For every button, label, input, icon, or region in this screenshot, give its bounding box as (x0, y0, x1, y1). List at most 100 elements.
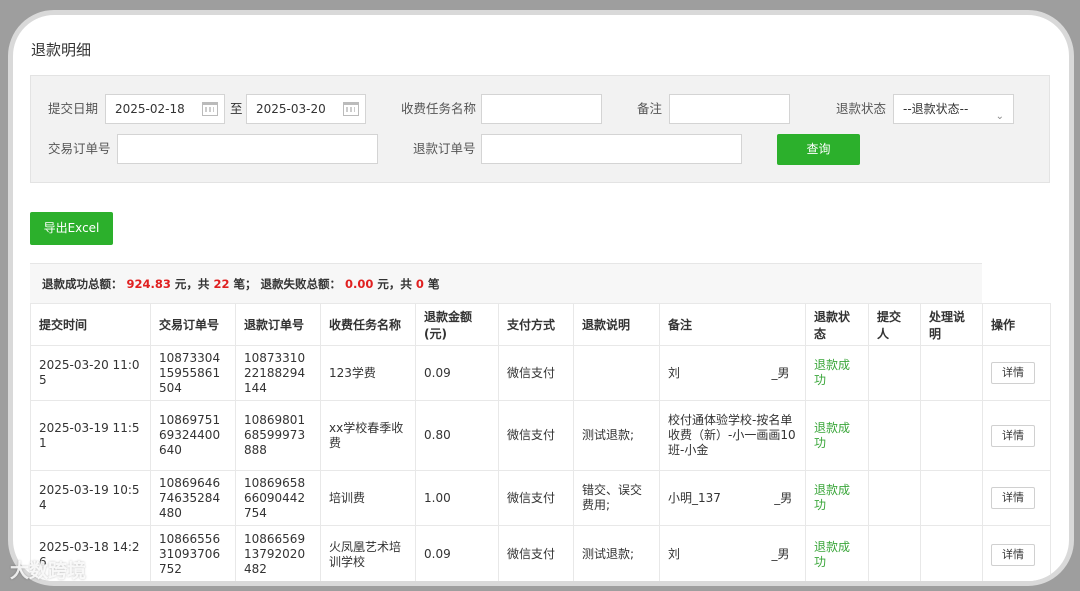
fail-total-label: 退款失败总额： (260, 277, 341, 291)
refund-status-value: --退款状态-- (903, 102, 969, 116)
refund-table: 提交时间 交易订单号 退款订单号 收费任务名称 退款金额(元) 支付方式 退款说… (30, 303, 1051, 581)
cell-trade-no: 1086975169324400640 (150, 400, 236, 471)
submit-date-label: 提交日期 (48, 101, 99, 116)
cell-status: 退款成功 (805, 470, 869, 526)
cell-refund-no: 1086656913792020482 (235, 525, 321, 581)
cell-pay: 微信支付 (498, 400, 574, 471)
cell-action: 详情 (982, 525, 1051, 581)
trade-order-input[interactable] (117, 134, 378, 164)
cell-status: 退款成功 (805, 400, 869, 471)
cell-time: 2025-03-19 10:54 (30, 470, 151, 526)
success-count: 22 (213, 277, 230, 291)
fail-count: 0 (415, 277, 424, 291)
col-refund-order: 退款订单号 (235, 303, 321, 346)
date-to-value: 2025-03-20 (256, 102, 326, 116)
cell-amount: 0.09 (415, 525, 499, 581)
cell-time: 2025-03-19 11:51 (30, 400, 151, 471)
export-excel-button[interactable]: 导出Excel (30, 212, 113, 245)
col-refund-amount: 退款金额(元) (415, 303, 499, 346)
col-submit-time: 提交时间 (30, 303, 151, 346)
cell-submitter (868, 470, 921, 526)
cell-status: 退款成功 (805, 525, 869, 581)
cell-task: 火凤凰艺术培训学校 (320, 525, 416, 581)
remark-input[interactable] (669, 94, 790, 124)
refund-status-label: 退款状态 (836, 101, 887, 116)
page-title: 退款明细 (31, 41, 92, 59)
cell-pay: 微信支付 (498, 345, 574, 401)
cell-refund-no: 1087331022188294144 (235, 345, 321, 401)
fail-count-unit: 笔 (427, 277, 440, 291)
col-remark: 备注 (659, 303, 806, 346)
cell-amount: 0.09 (415, 345, 499, 401)
success-count-unit: 笔； (233, 277, 257, 291)
refund-status-select[interactable]: --退款状态-- ⌄ (893, 94, 1014, 124)
col-action: 操作 (982, 303, 1051, 346)
query-button[interactable]: 查询 (777, 134, 860, 165)
cell-remark: 刘 _男 (659, 345, 806, 401)
cell-action: 详情 (982, 470, 1051, 526)
detail-button[interactable]: 详情 (991, 424, 1035, 447)
calendar-icon[interactable] (202, 102, 218, 116)
table-row: 2025-03-19 10:54 1086964674635284480 108… (30, 470, 1051, 526)
fail-unit: 元，共 (377, 277, 412, 291)
cell-pay: 微信支付 (498, 525, 574, 581)
cell-trade-no: 1086655631093706752 (150, 525, 236, 581)
refund-order-label: 退款订单号 (413, 141, 476, 156)
date-from-input[interactable]: 2025-02-18 (105, 94, 225, 124)
table-row: 2025-03-20 11:05 1087330415955861504 108… (30, 345, 1051, 401)
cell-status: 退款成功 (805, 345, 869, 401)
date-to-input[interactable]: 2025-03-20 (246, 94, 366, 124)
cell-desc: 错交、误交费用; (573, 470, 660, 526)
filter-panel: 提交日期 2025-02-18 至 2025-03-20 收费任务名称 备注 退… (30, 75, 1050, 183)
trade-order-label: 交易订单号 (48, 141, 111, 156)
chevron-down-icon: ⌄ (995, 111, 1004, 122)
cell-desc (573, 345, 660, 401)
cell-amount: 0.80 (415, 400, 499, 471)
col-handle-desc: 处理说明 (920, 303, 983, 346)
task-name-label: 收费任务名称 (401, 101, 477, 116)
cell-desc: 测试退款; (573, 400, 660, 471)
cell-time: 2025-03-20 11:05 (30, 345, 151, 401)
cell-handle (920, 345, 983, 401)
cell-action: 详情 (982, 400, 1051, 471)
cell-trade-no: 1086964674635284480 (150, 470, 236, 526)
cell-handle (920, 400, 983, 471)
cell-submitter (868, 345, 921, 401)
table-header-row: 提交时间 交易订单号 退款订单号 收费任务名称 退款金额(元) 支付方式 退款说… (30, 303, 1051, 346)
cell-desc: 测试退款; (573, 525, 660, 581)
detail-button[interactable]: 详情 (991, 362, 1035, 384)
table-row: 2025-03-18 14:26 1086655631093706752 108… (30, 525, 1051, 581)
cell-refund-no: 1086965866090442754 (235, 470, 321, 526)
task-name-input[interactable] (481, 94, 602, 124)
cell-action: 详情 (982, 345, 1051, 401)
cell-remark: 刘 _男 (659, 525, 806, 581)
refund-summary: 退款成功总额： 924.83 元，共 22 笔； 退款失败总额： 0.00 元，… (30, 263, 982, 303)
cell-amount: 1.00 (415, 470, 499, 526)
cell-handle (920, 525, 983, 581)
cell-pay: 微信支付 (498, 470, 574, 526)
cell-remark: 小明_137 _男 (659, 470, 806, 526)
success-unit: 元，共 (174, 277, 210, 291)
cell-trade-no: 1087330415955861504 (150, 345, 236, 401)
col-task-name: 收费任务名称 (320, 303, 416, 346)
cell-task: 培训费 (320, 470, 416, 526)
detail-button[interactable]: 详情 (991, 543, 1035, 566)
calendar-icon[interactable] (343, 102, 359, 116)
col-refund-desc: 退款说明 (573, 303, 660, 346)
cell-submitter (868, 525, 921, 581)
success-total-label: 退款成功总额： (42, 277, 123, 291)
success-total-amount: 924.83 (126, 277, 171, 291)
col-trade-order: 交易订单号 (150, 303, 236, 346)
remark-label: 备注 (637, 101, 663, 116)
cell-task: 123学费 (320, 345, 416, 401)
cell-handle (920, 470, 983, 526)
col-submitter: 提交人 (868, 303, 921, 346)
refund-order-input[interactable] (481, 134, 742, 164)
cell-remark: 校付通体验学校-按名单收费（新）-小一画画10班-小金 (659, 400, 806, 471)
detail-button[interactable]: 详情 (991, 487, 1035, 509)
cell-submitter (868, 400, 921, 471)
col-refund-status: 退款状态 (805, 303, 869, 346)
date-from-value: 2025-02-18 (115, 102, 185, 116)
watermark: 大数跨境 (10, 560, 87, 582)
cell-refund-no: 1086980168599973888 (235, 400, 321, 471)
